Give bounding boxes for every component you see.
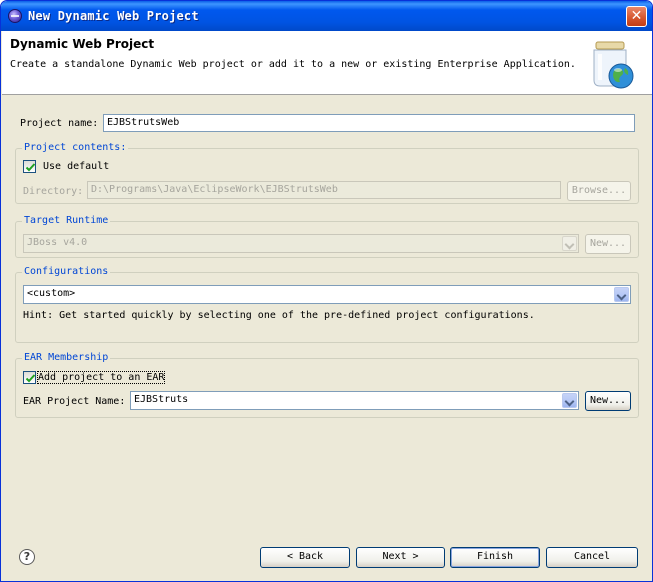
finish-button[interactable]: Finish [450,547,540,568]
checkmark-icon [25,163,36,172]
page-title: Dynamic Web Project [10,37,155,51]
jar-globe-icon [593,41,634,89]
close-button[interactable]: ✕ [626,6,647,27]
wizard-content: Project name: EJBStrutsWeb Project conte… [1,97,652,533]
close-icon: ✕ [630,8,643,24]
back-button[interactable]: < Back [260,547,350,568]
use-default-label[interactable]: Use default [43,161,109,172]
project-name-input[interactable]: EJBStrutsWeb [103,114,635,132]
configurations-value: <custom> [27,288,76,299]
target-runtime-value: JBoss v4.0 [27,237,88,248]
cancel-button[interactable]: Cancel [546,547,638,568]
eclipse-app-icon [8,9,22,23]
ear-project-value: EJBStruts [134,394,189,405]
configurations-select[interactable]: <custom> [23,285,631,304]
browse-button[interactable]: Browse... [567,181,631,201]
add-to-ear-label[interactable]: Add project to an EAR [36,371,166,384]
target-runtime-title: Target Runtime [22,215,111,226]
directory-label: Directory: [23,186,84,197]
ear-project-name-label: EAR Project Name: [23,396,126,407]
use-default-checkbox[interactable] [23,160,36,173]
checkmark-icon [25,374,36,383]
target-runtime-new-button[interactable]: New... [585,234,631,254]
help-icon[interactable]: ? [19,549,35,565]
add-to-ear-checkbox[interactable] [23,371,36,384]
chevron-down-icon[interactable] [562,393,577,408]
page-description: Create a standalone Dynamic Web project … [10,59,576,70]
configurations-title: Configurations [22,266,111,277]
ear-new-button[interactable]: New... [585,391,631,411]
next-button[interactable]: Next > [356,547,445,568]
configurations-group: Configurations [15,266,639,343]
ear-project-select[interactable]: EJBStruts [130,391,579,410]
window-title: New Dynamic Web Project [28,9,199,23]
chevron-down-icon[interactable] [614,287,629,302]
title-bar[interactable]: New Dynamic Web Project ✕ [1,1,652,31]
dialog-window: New Dynamic Web Project ✕ Dynamic Web Pr… [0,0,653,582]
wizard-header: Dynamic Web Project Create a standalone … [2,31,652,95]
ear-membership-title: EAR Membership [22,352,111,363]
configurations-hint: Hint: Get started quickly by selecting o… [23,310,535,321]
project-name-label: Project name: [20,118,99,129]
directory-input[interactable]: D:\Programs\Java\EclipseWork\EJBStrutsWe… [87,181,561,199]
chevron-down-icon[interactable] [562,236,577,251]
project-contents-title: Project contents: [22,142,129,153]
target-runtime-select[interactable]: JBoss v4.0 [23,234,579,253]
